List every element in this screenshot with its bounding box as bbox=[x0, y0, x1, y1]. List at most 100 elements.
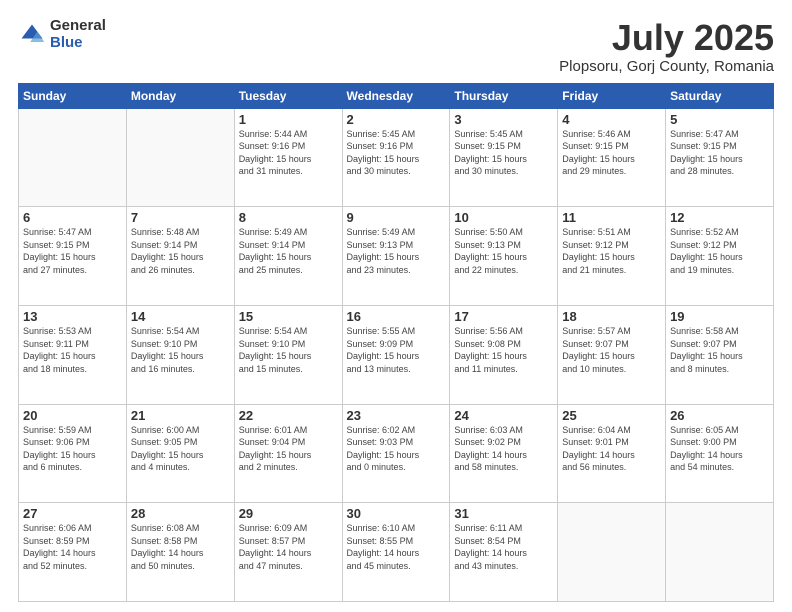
day-info: Sunrise: 6:00 AM Sunset: 9:05 PM Dayligh… bbox=[131, 424, 230, 474]
day-cell: 2Sunrise: 5:45 AM Sunset: 9:16 PM Daylig… bbox=[342, 108, 450, 207]
day-info: Sunrise: 5:54 AM Sunset: 9:10 PM Dayligh… bbox=[131, 325, 230, 375]
day-number: 14 bbox=[131, 309, 230, 324]
day-number: 15 bbox=[239, 309, 338, 324]
day-number: 18 bbox=[562, 309, 661, 324]
day-number: 25 bbox=[562, 408, 661, 423]
col-friday: Friday bbox=[558, 83, 666, 108]
day-info: Sunrise: 5:49 AM Sunset: 9:13 PM Dayligh… bbox=[347, 226, 446, 276]
calendar-header: Sunday Monday Tuesday Wednesday Thursday… bbox=[19, 83, 774, 108]
day-cell: 14Sunrise: 5:54 AM Sunset: 9:10 PM Dayli… bbox=[126, 305, 234, 404]
day-info: Sunrise: 5:54 AM Sunset: 9:10 PM Dayligh… bbox=[239, 325, 338, 375]
day-cell: 30Sunrise: 6:10 AM Sunset: 8:55 PM Dayli… bbox=[342, 503, 450, 602]
day-number: 27 bbox=[23, 506, 122, 521]
day-number: 9 bbox=[347, 210, 446, 225]
day-info: Sunrise: 5:44 AM Sunset: 9:16 PM Dayligh… bbox=[239, 128, 338, 178]
day-info: Sunrise: 5:51 AM Sunset: 9:12 PM Dayligh… bbox=[562, 226, 661, 276]
day-number: 17 bbox=[454, 309, 553, 324]
col-sunday: Sunday bbox=[19, 83, 127, 108]
day-info: Sunrise: 6:01 AM Sunset: 9:04 PM Dayligh… bbox=[239, 424, 338, 474]
logo-icon bbox=[18, 21, 46, 49]
col-monday: Monday bbox=[126, 83, 234, 108]
day-number: 23 bbox=[347, 408, 446, 423]
day-info: Sunrise: 6:10 AM Sunset: 8:55 PM Dayligh… bbox=[347, 522, 446, 572]
day-cell: 13Sunrise: 5:53 AM Sunset: 9:11 PM Dayli… bbox=[19, 305, 127, 404]
day-number: 16 bbox=[347, 309, 446, 324]
day-cell: 20Sunrise: 5:59 AM Sunset: 9:06 PM Dayli… bbox=[19, 404, 127, 503]
day-number: 5 bbox=[670, 112, 769, 127]
day-info: Sunrise: 6:08 AM Sunset: 8:58 PM Dayligh… bbox=[131, 522, 230, 572]
day-number: 26 bbox=[670, 408, 769, 423]
day-number: 8 bbox=[239, 210, 338, 225]
header: General Blue July 2025 Plopsoru, Gorj Co… bbox=[18, 18, 774, 75]
day-cell: 4Sunrise: 5:46 AM Sunset: 9:15 PM Daylig… bbox=[558, 108, 666, 207]
day-info: Sunrise: 5:53 AM Sunset: 9:11 PM Dayligh… bbox=[23, 325, 122, 375]
day-info: Sunrise: 5:48 AM Sunset: 9:14 PM Dayligh… bbox=[131, 226, 230, 276]
week-row-3: 20Sunrise: 5:59 AM Sunset: 9:06 PM Dayli… bbox=[19, 404, 774, 503]
calendar-table: Sunday Monday Tuesday Wednesday Thursday… bbox=[18, 83, 774, 602]
week-row-4: 27Sunrise: 6:06 AM Sunset: 8:59 PM Dayli… bbox=[19, 503, 774, 602]
day-number: 7 bbox=[131, 210, 230, 225]
day-info: Sunrise: 5:50 AM Sunset: 9:13 PM Dayligh… bbox=[454, 226, 553, 276]
day-info: Sunrise: 6:05 AM Sunset: 9:00 PM Dayligh… bbox=[670, 424, 769, 474]
day-cell: 25Sunrise: 6:04 AM Sunset: 9:01 PM Dayli… bbox=[558, 404, 666, 503]
day-cell: 21Sunrise: 6:00 AM Sunset: 9:05 PM Dayli… bbox=[126, 404, 234, 503]
day-cell: 22Sunrise: 6:01 AM Sunset: 9:04 PM Dayli… bbox=[234, 404, 342, 503]
logo: General Blue bbox=[18, 18, 106, 51]
week-row-2: 13Sunrise: 5:53 AM Sunset: 9:11 PM Dayli… bbox=[19, 305, 774, 404]
col-saturday: Saturday bbox=[666, 83, 774, 108]
col-wednesday: Wednesday bbox=[342, 83, 450, 108]
day-cell: 9Sunrise: 5:49 AM Sunset: 9:13 PM Daylig… bbox=[342, 207, 450, 306]
day-cell: 15Sunrise: 5:54 AM Sunset: 9:10 PM Dayli… bbox=[234, 305, 342, 404]
day-number: 24 bbox=[454, 408, 553, 423]
day-info: Sunrise: 5:45 AM Sunset: 9:16 PM Dayligh… bbox=[347, 128, 446, 178]
day-cell: 5Sunrise: 5:47 AM Sunset: 9:15 PM Daylig… bbox=[666, 108, 774, 207]
day-cell: 8Sunrise: 5:49 AM Sunset: 9:14 PM Daylig… bbox=[234, 207, 342, 306]
day-info: Sunrise: 6:06 AM Sunset: 8:59 PM Dayligh… bbox=[23, 522, 122, 572]
week-row-1: 6Sunrise: 5:47 AM Sunset: 9:15 PM Daylig… bbox=[19, 207, 774, 306]
day-number: 10 bbox=[454, 210, 553, 225]
day-info: Sunrise: 5:59 AM Sunset: 9:06 PM Dayligh… bbox=[23, 424, 122, 474]
day-number: 21 bbox=[131, 408, 230, 423]
day-cell: 18Sunrise: 5:57 AM Sunset: 9:07 PM Dayli… bbox=[558, 305, 666, 404]
day-cell: 28Sunrise: 6:08 AM Sunset: 8:58 PM Dayli… bbox=[126, 503, 234, 602]
day-cell: 23Sunrise: 6:02 AM Sunset: 9:03 PM Dayli… bbox=[342, 404, 450, 503]
day-info: Sunrise: 6:02 AM Sunset: 9:03 PM Dayligh… bbox=[347, 424, 446, 474]
day-cell: 1Sunrise: 5:44 AM Sunset: 9:16 PM Daylig… bbox=[234, 108, 342, 207]
day-number: 12 bbox=[670, 210, 769, 225]
day-number: 19 bbox=[670, 309, 769, 324]
day-cell: 11Sunrise: 5:51 AM Sunset: 9:12 PM Dayli… bbox=[558, 207, 666, 306]
header-row: Sunday Monday Tuesday Wednesday Thursday… bbox=[19, 83, 774, 108]
day-info: Sunrise: 6:11 AM Sunset: 8:54 PM Dayligh… bbox=[454, 522, 553, 572]
day-cell: 31Sunrise: 6:11 AM Sunset: 8:54 PM Dayli… bbox=[450, 503, 558, 602]
day-cell: 24Sunrise: 6:03 AM Sunset: 9:02 PM Dayli… bbox=[450, 404, 558, 503]
calendar-body: 1Sunrise: 5:44 AM Sunset: 9:16 PM Daylig… bbox=[19, 108, 774, 601]
day-info: Sunrise: 6:04 AM Sunset: 9:01 PM Dayligh… bbox=[562, 424, 661, 474]
day-cell: 6Sunrise: 5:47 AM Sunset: 9:15 PM Daylig… bbox=[19, 207, 127, 306]
day-number: 28 bbox=[131, 506, 230, 521]
col-thursday: Thursday bbox=[450, 83, 558, 108]
day-info: Sunrise: 6:09 AM Sunset: 8:57 PM Dayligh… bbox=[239, 522, 338, 572]
day-cell bbox=[19, 108, 127, 207]
day-number: 4 bbox=[562, 112, 661, 127]
day-cell: 27Sunrise: 6:06 AM Sunset: 8:59 PM Dayli… bbox=[19, 503, 127, 602]
day-info: Sunrise: 5:46 AM Sunset: 9:15 PM Dayligh… bbox=[562, 128, 661, 178]
day-number: 30 bbox=[347, 506, 446, 521]
week-row-0: 1Sunrise: 5:44 AM Sunset: 9:16 PM Daylig… bbox=[19, 108, 774, 207]
day-number: 6 bbox=[23, 210, 122, 225]
day-cell bbox=[126, 108, 234, 207]
day-info: Sunrise: 5:47 AM Sunset: 9:15 PM Dayligh… bbox=[23, 226, 122, 276]
day-cell bbox=[666, 503, 774, 602]
day-cell: 29Sunrise: 6:09 AM Sunset: 8:57 PM Dayli… bbox=[234, 503, 342, 602]
day-cell: 7Sunrise: 5:48 AM Sunset: 9:14 PM Daylig… bbox=[126, 207, 234, 306]
day-number: 1 bbox=[239, 112, 338, 127]
page: General Blue July 2025 Plopsoru, Gorj Co… bbox=[0, 0, 792, 612]
day-info: Sunrise: 6:03 AM Sunset: 9:02 PM Dayligh… bbox=[454, 424, 553, 474]
logo-blue-text: Blue bbox=[50, 35, 106, 52]
col-tuesday: Tuesday bbox=[234, 83, 342, 108]
day-cell: 12Sunrise: 5:52 AM Sunset: 9:12 PM Dayli… bbox=[666, 207, 774, 306]
day-info: Sunrise: 5:57 AM Sunset: 9:07 PM Dayligh… bbox=[562, 325, 661, 375]
day-number: 3 bbox=[454, 112, 553, 127]
day-info: Sunrise: 5:49 AM Sunset: 9:14 PM Dayligh… bbox=[239, 226, 338, 276]
day-cell: 26Sunrise: 6:05 AM Sunset: 9:00 PM Dayli… bbox=[666, 404, 774, 503]
day-number: 22 bbox=[239, 408, 338, 423]
